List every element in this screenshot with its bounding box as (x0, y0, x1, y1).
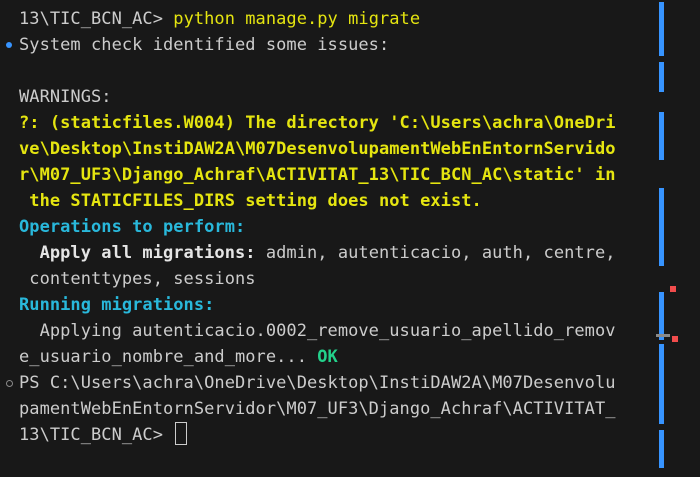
apply-migrations-line: Apply all migrations: admin, autenticaci… (19, 240, 616, 266)
warnings-heading: WARNINGS: (19, 87, 112, 107)
prompt-decoration-icon[interactable] (6, 380, 13, 387)
warning-line: r\M07_UF3\Django_Achraf\ACTIVITAT_13\TIC… (19, 165, 616, 185)
ok-status: OK (317, 347, 338, 367)
apply-apps: admin, autenticacio, auth, centre, (255, 243, 616, 263)
scrollbar-marker (659, 188, 664, 266)
migration-name: e_usuario_nombre_and_more... (19, 347, 318, 367)
prompt-line: 13\TIC_BCN_AC> python manage.py migrate (19, 6, 420, 32)
scrollbar-error-marker (670, 286, 676, 292)
scrollbar-position-marker (656, 334, 670, 337)
prompt-line: PS C:\Users\achra\OneDrive\Desktop\Insti… (19, 373, 616, 393)
operations-heading: Operations to perform: (19, 217, 246, 237)
scrollbar-marker (659, 344, 664, 424)
migration-line: e_usuario_nombre_and_more... OK (19, 344, 338, 370)
prompt-line: 13\TIC_BCN_AC> (19, 422, 188, 448)
warning-line: the STATICFILES_DIRS setting does not ex… (19, 191, 482, 211)
prompt-line: pamentWebEnEntornServidor\M07_UF3\Django… (19, 399, 616, 419)
terminal-cursor (175, 422, 188, 445)
warning-line: ?: (staticfiles.W004) The directory 'C:\… (19, 113, 616, 133)
migration-line: Applying autenticacio.0002_remove_usuari… (19, 321, 616, 341)
output-line: System check identified some issues: (19, 35, 390, 55)
output-line: contenttypes, sessions (19, 269, 256, 289)
scrollbar-marker (659, 430, 664, 468)
apply-label: Apply all migrations: (19, 243, 256, 263)
prompt-path: 13\TIC_BCN_AC> (19, 9, 174, 29)
command-decoration-icon[interactable] (6, 42, 12, 48)
warning-line: ve\Desktop\InstiDAW2A\M07Desenvolupament… (19, 139, 616, 159)
terminal-output[interactable]: 13\TIC_BCN_AC> python manage.py migrate … (0, 0, 656, 477)
scrollbar-marker (659, 62, 664, 92)
scrollbar-marker (659, 112, 664, 160)
terminal-scrollbar[interactable] (656, 0, 700, 477)
scrollbar-marker (659, 292, 664, 340)
command-text: python manage.py migrate (173, 9, 421, 29)
running-migrations-heading: Running migrations: (19, 295, 215, 315)
scrollbar-error-marker (672, 336, 678, 342)
scrollbar-marker (659, 2, 664, 56)
prompt-path: 13\TIC_BCN_AC> (19, 425, 174, 445)
